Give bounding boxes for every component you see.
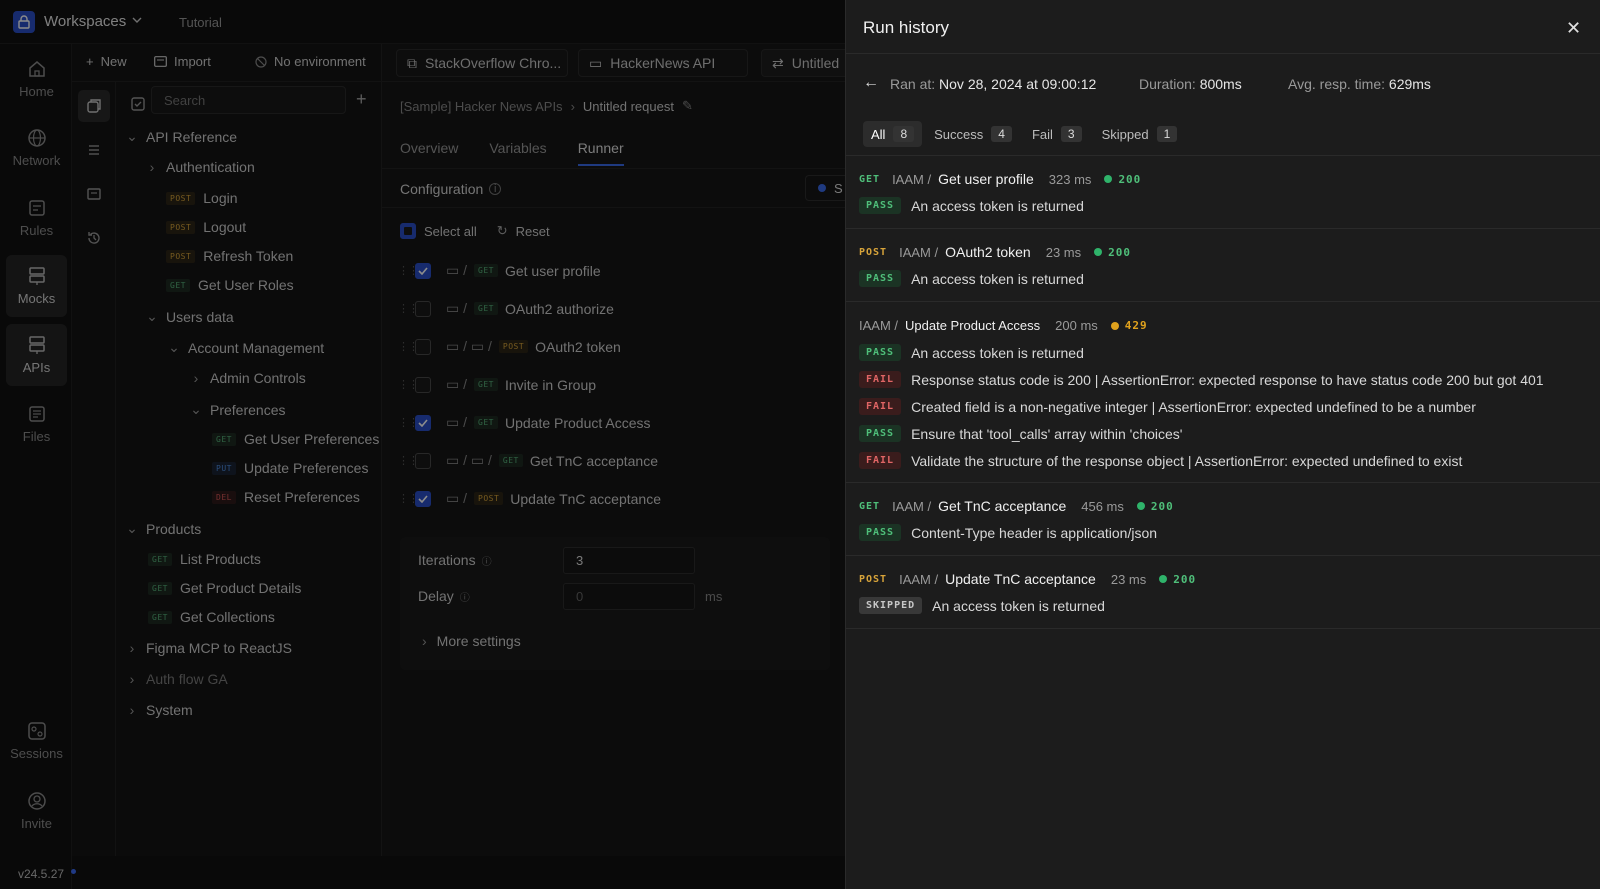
method-label: POST — [859, 246, 888, 258]
request-name: Get TnC acceptance — [938, 498, 1067, 514]
filter-all[interactable]: All 8 — [863, 121, 923, 147]
run-history-panel: Run history ✕ ← Ran at: Nov 28, 2024 at … — [845, 0, 1600, 889]
request-name: Update TnC acceptance — [945, 571, 1096, 587]
result-item[interactable]: POST IAAM / OAuth2 token 23 ms 200 PASS … — [846, 229, 1600, 302]
assertion-text: Content-Type header is application/json — [911, 524, 1158, 541]
assertion-badge: FAIL — [859, 371, 902, 388]
ran-at: Ran at: Nov 28, 2024 at 09:00:12 — [890, 76, 1097, 92]
status-dot — [1110, 321, 1119, 330]
status-code: 200 — [1104, 173, 1141, 186]
status-dot — [1104, 175, 1113, 183]
avg-response-time: Avg. resp. time: 629ms — [1288, 76, 1431, 92]
assertion-text: An access token is returned — [911, 270, 1084, 287]
request-path: IAAM / — [899, 571, 939, 587]
request-name: Get user profile — [938, 171, 1034, 187]
status-code: 200 — [1136, 500, 1174, 513]
status-code: 429 — [1110, 319, 1148, 332]
method-label: POST — [859, 573, 888, 585]
back-arrow-icon[interactable]: ← — [863, 74, 879, 92]
result-header: GET IAAM / Get TnC acceptance 456 ms 200 — [859, 498, 1174, 514]
assertion-badge: PASS — [859, 197, 902, 214]
filter-fail[interactable]: Fail 3 — [1024, 121, 1090, 147]
assertion-badge: SKIPPED — [859, 597, 923, 614]
response-time: 23 ms — [1045, 244, 1082, 260]
request-path: IAAM / — [892, 171, 932, 187]
request-name: Update Product Access — [905, 318, 1041, 333]
result-header: POST IAAM / Update TnC acceptance 23 ms … — [859, 571, 1196, 587]
result-header: POST IAAM / OAuth2 token 23 ms 200 — [859, 244, 1131, 260]
assertion-row: PASS An access token is returned — [859, 344, 1084, 361]
response-time: 323 ms — [1048, 171, 1092, 187]
assertion-text: Response status code is 200 | AssertionE… — [911, 371, 1544, 388]
run-duration: Duration: 800ms — [1139, 76, 1242, 92]
assertion-row: FAIL Validate the structure of the respo… — [859, 452, 1462, 469]
assertion-text: An access token is returned — [911, 197, 1084, 214]
divider — [846, 53, 1600, 54]
result-item[interactable]: GET IAAM / Get TnC acceptance 456 ms 200… — [846, 483, 1600, 556]
assertion-text: Ensure that 'tool_calls' array within 'c… — [911, 425, 1183, 442]
status-code: 200 — [1159, 573, 1196, 586]
assertion-text: An access token is returned — [911, 344, 1084, 361]
close-icon[interactable]: ✕ — [1566, 18, 1581, 39]
status-dot — [1094, 248, 1103, 256]
assertion-text: Created field is a non-negative integer … — [911, 398, 1476, 415]
method-label: GET — [859, 500, 881, 512]
result-item[interactable]: POST IAAM / Update TnC acceptance 23 ms … — [846, 556, 1600, 629]
assertion-row: PASS Content-Type header is application/… — [859, 524, 1157, 541]
request-name: OAuth2 token — [945, 244, 1031, 260]
status-dot — [1159, 575, 1168, 583]
assertion-row: FAIL Created field is a non-negative int… — [859, 398, 1476, 415]
filter-success[interactable]: Success 4 — [926, 121, 1020, 147]
response-time: 456 ms — [1081, 498, 1124, 514]
response-time: 200 ms — [1055, 318, 1098, 333]
assertion-text: An access token is returned — [932, 597, 1105, 614]
assertion-row: SKIPPED An access token is returned — [859, 597, 1105, 614]
assertion-badge: PASS — [859, 425, 902, 442]
assertion-row: PASS An access token is returned — [859, 197, 1084, 214]
status-dot — [1136, 502, 1145, 510]
response-time: 23 ms — [1110, 571, 1147, 587]
assertion-row: FAIL Response status code is 200 | Asser… — [859, 371, 1544, 388]
request-path: IAAM / — [899, 244, 939, 260]
assertion-badge: FAIL — [859, 452, 902, 469]
assertion-row: PASS An access token is returned — [859, 270, 1084, 287]
result-filters: All 8 Success 4 Fail 3 Skipped 1 — [863, 121, 1185, 147]
assertion-row: PASS Ensure that 'tool_calls' array with… — [859, 425, 1182, 442]
filter-skipped[interactable]: Skipped 1 — [1094, 121, 1186, 147]
assertion-badge: PASS — [859, 344, 902, 361]
assertion-badge: PASS — [859, 270, 902, 287]
modal-backdrop[interactable] — [0, 0, 845, 889]
method-label: GET — [859, 173, 881, 185]
result-header: IAAM / Update Product Access 200 ms 429 — [859, 318, 1148, 333]
status-code: 200 — [1094, 246, 1131, 259]
assertion-badge: FAIL — [859, 398, 902, 415]
request-path: IAAM / — [859, 318, 899, 333]
panel-title: Run history — [863, 18, 949, 37]
result-item[interactable]: GET IAAM / Get user profile 323 ms 200 P… — [846, 156, 1600, 229]
result-header: GET IAAM / Get user profile 323 ms 200 — [859, 171, 1141, 187]
assertion-text: Validate the structure of the response o… — [911, 452, 1463, 469]
assertion-badge: PASS — [859, 524, 902, 541]
result-item[interactable]: IAAM / Update Product Access 200 ms 429 … — [846, 302, 1600, 483]
request-path: IAAM / — [892, 498, 932, 514]
